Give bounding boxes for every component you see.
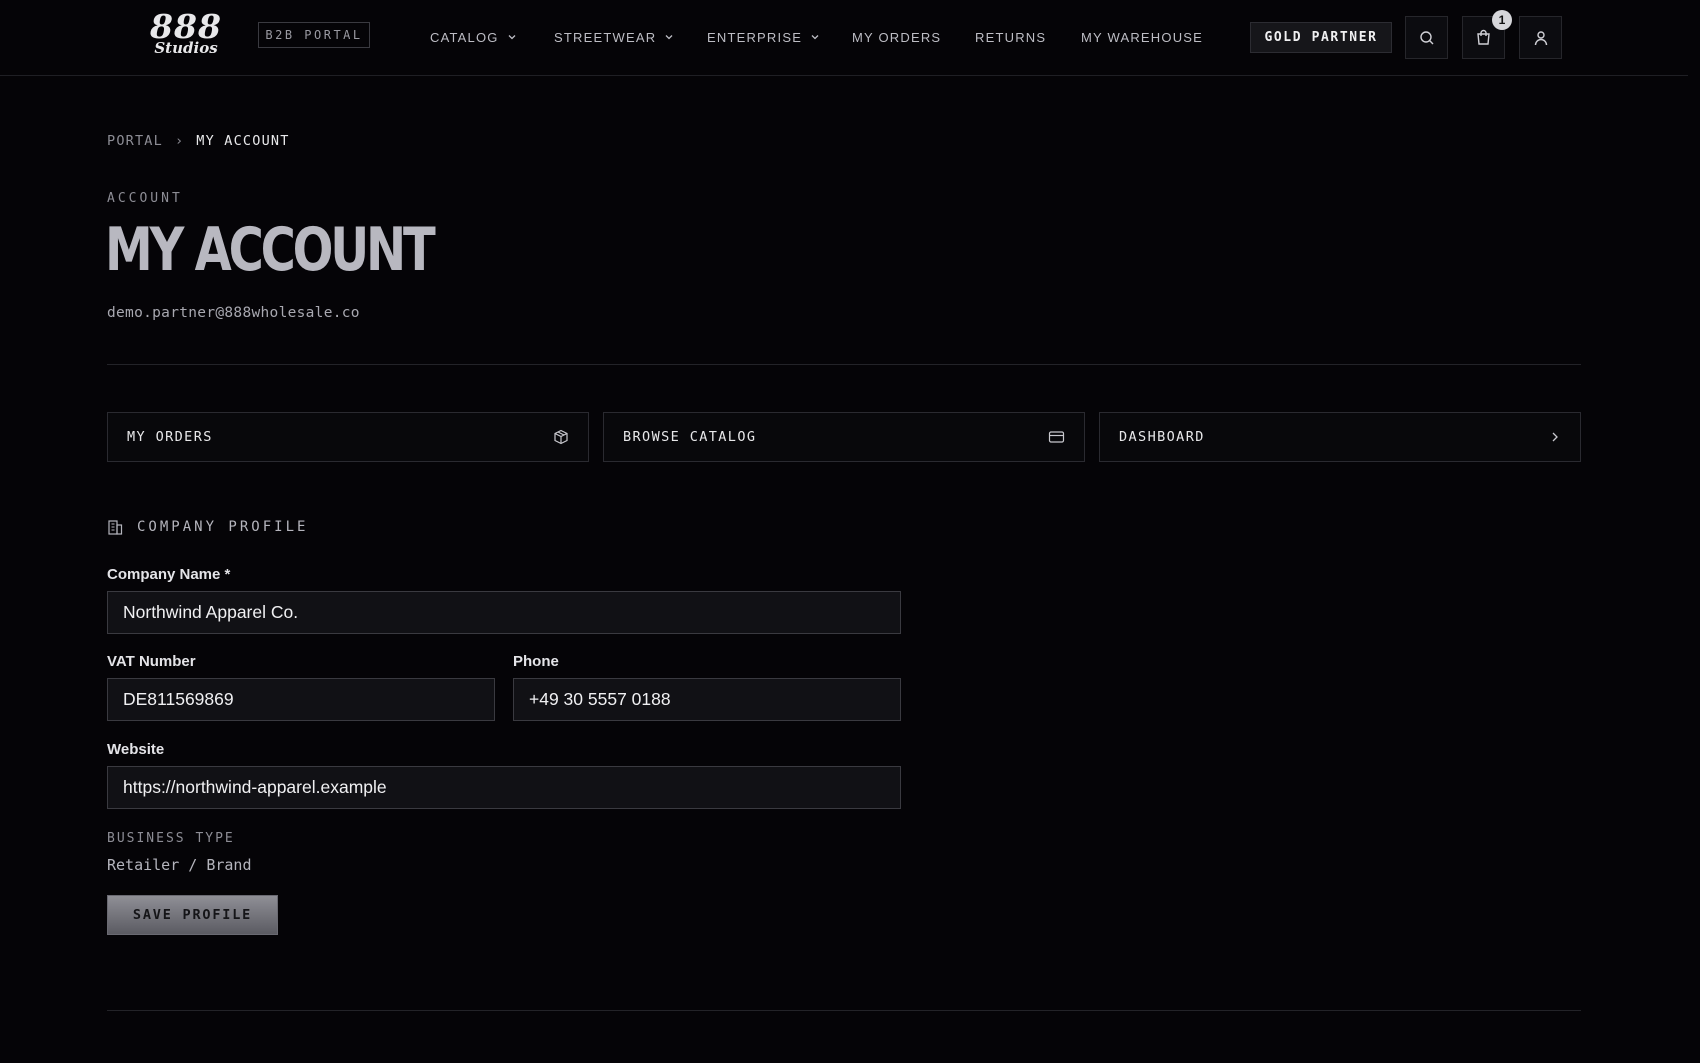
quick-link-label: DASHBOARD [1119, 429, 1205, 445]
nav-catalog-label: CATALOG [430, 29, 499, 45]
nav-my-orders-label: MY ORDERS [852, 29, 942, 45]
nav-streetwear[interactable]: STREETWEAR [554, 27, 674, 47]
card-icon [1048, 431, 1065, 443]
page-title: MY ACCOUNT [105, 215, 436, 285]
top-header: 888 Studios B2B PORTAL CATALOG STREETWEA… [0, 0, 1688, 76]
nav-enterprise[interactable]: ENTERPRISE [707, 27, 820, 47]
company-profile-title: COMPANY PROFILE [137, 519, 309, 535]
account-button[interactable] [1519, 16, 1562, 59]
business-type-label: BUSINESS TYPE [107, 831, 235, 846]
nav-streetwear-label: STREETWEAR [554, 29, 657, 45]
breadcrumb-portal-link[interactable]: PORTAL [107, 133, 163, 149]
quick-link-label: MY ORDERS [127, 429, 213, 445]
nav-returns[interactable]: RETURNS [975, 27, 1046, 47]
chevron-down-icon [665, 35, 673, 40]
chevron-down-icon [508, 35, 516, 40]
breadcrumb: PORTAL › MY ACCOUNT [107, 133, 290, 149]
b2b-portal-badge: B2B PORTAL [258, 22, 370, 48]
chevron-right-icon [1552, 432, 1558, 442]
phone-label: Phone [513, 653, 559, 670]
gold-partner-badge[interactable]: GOLD PARTNER [1250, 22, 1392, 53]
website-input[interactable] [107, 766, 901, 809]
nav-catalog[interactable]: CATALOG [430, 27, 517, 47]
search-button[interactable] [1405, 16, 1448, 59]
breadcrumb-separator: › [174, 133, 185, 149]
save-profile-button[interactable]: SAVE PROFILE [107, 895, 278, 935]
quick-link-label: BROWSE CATALOG [623, 429, 757, 445]
phone-input[interactable] [513, 678, 901, 721]
section-divider [107, 364, 1581, 365]
quick-link-browse-catalog[interactable]: BROWSE CATALOG [603, 412, 1085, 462]
company-profile-heading: COMPANY PROFILE [107, 519, 308, 535]
business-type-value: Retailer / Brand [107, 856, 252, 874]
user-icon [1534, 30, 1547, 45]
quick-link-my-orders[interactable]: MY ORDERS [107, 412, 589, 462]
logo-numeral: 888 [150, 7, 222, 46]
company-name-label: Company Name * [107, 566, 231, 583]
website-label: Website [107, 741, 165, 758]
nav-my-warehouse[interactable]: MY WAREHOUSE [1081, 27, 1203, 47]
footer-divider [107, 1010, 1581, 1011]
nav-returns-label: RETURNS [975, 29, 1047, 45]
page-eyebrow: ACCOUNT [107, 191, 183, 206]
building-icon [108, 520, 123, 535]
search-icon [1419, 30, 1433, 44]
quick-link-dashboard[interactable]: DASHBOARD [1099, 412, 1581, 462]
cart-count-badge: 1 [1492, 10, 1512, 30]
logo-wordmark: Studios [154, 39, 218, 57]
box-icon [554, 429, 568, 445]
shopping-bag-icon [1477, 29, 1490, 45]
breadcrumb-current: MY ACCOUNT [196, 133, 290, 149]
nav-my-orders[interactable]: MY ORDERS [852, 27, 941, 47]
account-email: demo.partner@888wholesale.co [107, 305, 360, 321]
company-name-input[interactable] [107, 591, 901, 634]
brand-logo[interactable]: 888 Studios [148, 7, 224, 64]
vat-number-label: VAT Number [107, 653, 196, 670]
nav-enterprise-label: ENTERPRISE [707, 29, 803, 45]
nav-my-warehouse-label: MY WAREHOUSE [1081, 29, 1204, 45]
chevron-down-icon [811, 35, 819, 40]
vat-number-input[interactable] [107, 678, 495, 721]
